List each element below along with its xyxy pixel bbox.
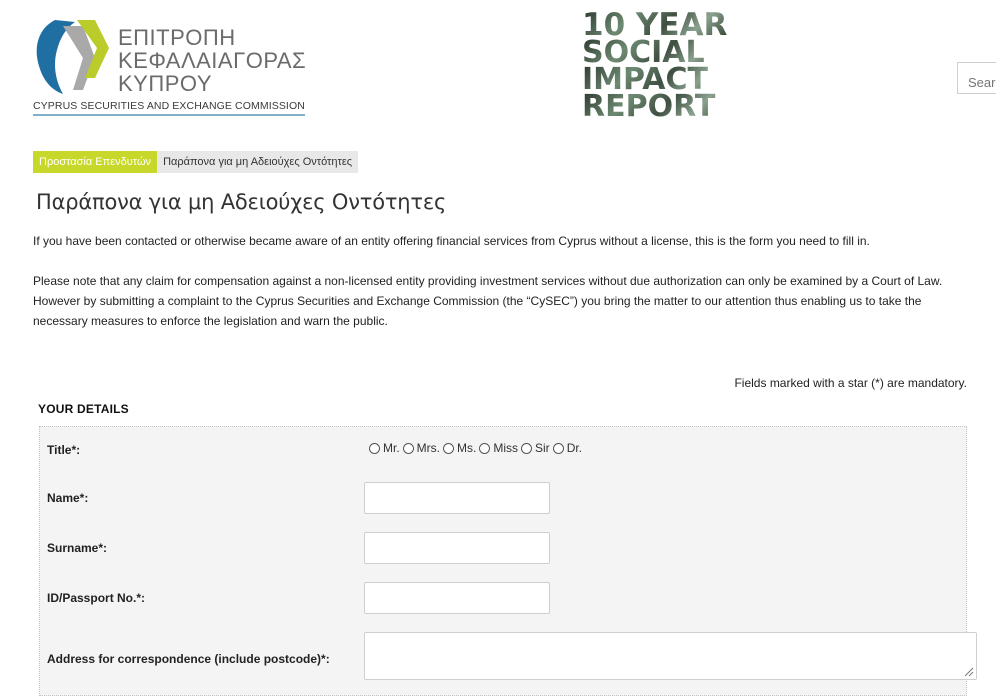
title-option-mrs[interactable]: Mrs. [402,441,440,455]
mandatory-note: Fields marked with a star (*) are mandat… [734,376,967,390]
logo-subtitle: CYPRUS SECURITIES AND EXCHANGE COMMISSIO… [33,100,305,112]
intro-paragraph: If you have been contacted or otherwise … [33,234,870,248]
radio-label: Dr. [566,441,583,455]
logo-wordmark: ΕΠΙΤΡΟΠΗ ΚΕΦΑΛΑΙΑΓΟΡΑΣ ΚΥΠΡΟΥ [118,26,306,95]
radio-button-icon[interactable] [479,442,491,454]
title-option-mr[interactable]: Mr. [369,441,400,455]
radio-button-icon[interactable] [369,442,380,454]
title-option-ms[interactable]: Ms. [443,441,476,455]
radio-button-icon[interactable] [402,442,414,454]
radio-label: Sir [535,441,550,455]
page-title: Παράπονα για μη Αδειούχες Οντότητες [36,190,447,214]
cysec-logo[interactable]: ΕΠΙΤΡΟΠΗ ΚΕΦΑΛΑΙΑΓΟΡΑΣ ΚΥΠΡΟΥ CYPRUS SEC… [33,18,308,118]
radio-button-icon[interactable] [443,442,454,454]
cysec-logo-mark-icon [36,20,109,94]
radio-button-icon[interactable] [552,442,564,454]
search-input[interactable] [957,62,996,94]
section-heading-your-details: YOUR DETAILS [38,402,129,416]
title-radio-group: Mr. Mrs. Ms. Miss Sir Dr. [369,441,585,455]
surname-field[interactable] [364,532,550,564]
id-passport-label: ID/Passport No.*: [47,591,146,605]
note-paragraph: Please note that any claim for compensat… [33,274,943,328]
name-field[interactable] [364,482,550,514]
address-textarea[interactable] [364,632,977,680]
breadcrumb-investor-protection[interactable]: Προστασία Επενδυτών [33,151,158,173]
logo-line-3: ΚΥΠΡΟΥ [118,71,212,96]
logo-line-1: ΕΠΙΤΡΟΠΗ [118,25,236,50]
breadcrumb: Προστασία Επενδυτών Παράπονα για μη Αδει… [33,151,359,173]
radio-label: Miss [493,441,519,455]
address-label: Address for correspondence (include post… [47,652,330,666]
radio-label: Ms. [457,441,477,455]
title-option-dr[interactable]: Dr. [552,441,583,455]
radio-label: Mr. [383,441,400,455]
breadcrumb-current-page: Παράπονα για μη Αδειούχες Οντότητες [157,151,359,173]
name-label: Name*: [47,491,89,505]
title-option-miss[interactable]: Miss [479,441,518,455]
resize-grip-icon[interactable] [964,667,974,677]
id-passport-field[interactable] [364,582,550,614]
radio-label: Mrs. [416,441,440,455]
banner-line-4: REPORT [582,92,730,122]
radio-button-icon[interactable] [521,442,533,454]
surname-label: Surname*: [47,541,108,555]
logo-underline [33,114,305,116]
logo-line-2: ΚΕΦΑΛΑΙΑΓΟΡΑΣ [118,48,307,73]
title-label: Title*: [47,443,81,457]
social-impact-report-banner[interactable]: 10 YEAR SOCIAL IMPACT REPORT [582,10,730,122]
title-option-sir[interactable]: Sir [521,441,550,455]
